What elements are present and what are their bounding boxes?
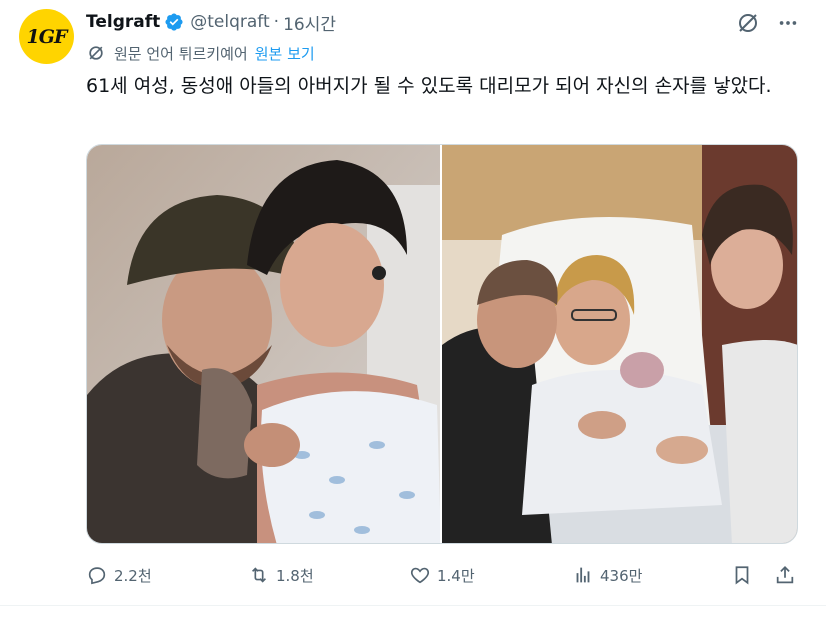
views-count: 436만 bbox=[600, 566, 643, 585]
more-icon[interactable] bbox=[775, 10, 801, 36]
grok-icon[interactable] bbox=[735, 10, 761, 36]
timestamp[interactable]: 16시간 bbox=[283, 10, 336, 35]
tweet-text: 61세 여성, 동성애 아들의 아버지가 될 수 있도록 대리모가 되어 자신의… bbox=[86, 75, 772, 97]
divider bbox=[0, 605, 826, 606]
retweet-count: 1.8천 bbox=[276, 566, 314, 585]
share-icon bbox=[776, 565, 794, 584]
bookmark-button[interactable] bbox=[731, 560, 759, 590]
retweet-icon bbox=[251, 567, 267, 583]
views-button[interactable]: 436만 bbox=[572, 560, 642, 590]
retweet-button[interactable]: 1.8천 bbox=[248, 560, 314, 590]
translation-note: 원문 언어 튀르키예어 bbox=[114, 44, 248, 63]
media-grid bbox=[86, 144, 798, 544]
reply-icon bbox=[88, 567, 106, 585]
reply-count: 2.2천 bbox=[114, 566, 152, 585]
share-button[interactable] bbox=[774, 560, 802, 590]
translation-bar: 원문 언어 튀르키예어 원본 보기 bbox=[86, 42, 315, 64]
like-button[interactable]: 1.4만 bbox=[409, 560, 475, 590]
avatar[interactable]: 1GF bbox=[19, 9, 74, 64]
display-name[interactable]: Telgraft bbox=[86, 12, 160, 32]
tweet[interactable]: 1GF Telgraft @telqraft · 16시간 원문 언어 튀르키예… bbox=[0, 0, 826, 620]
photo-1[interactable] bbox=[87, 145, 440, 543]
tweet-header: Telgraft @telqraft · 16시간 bbox=[86, 9, 336, 35]
avatar-logo-text: 1GF bbox=[26, 25, 68, 48]
reply-button[interactable]: 2.2천 bbox=[86, 560, 152, 590]
translate-icon bbox=[86, 43, 106, 63]
photo-2[interactable] bbox=[442, 145, 797, 543]
separator-dot: · bbox=[273, 12, 280, 32]
handle[interactable]: @telqraft bbox=[190, 12, 269, 32]
like-count: 1.4만 bbox=[437, 566, 475, 585]
bookmark-icon bbox=[735, 566, 749, 585]
show-original-link[interactable]: 원본 보기 bbox=[255, 43, 315, 64]
views-icon bbox=[576, 567, 590, 583]
verified-badge-icon[interactable] bbox=[164, 12, 184, 32]
action-bar: 2.2천 1.8천 1.4만 436만 bbox=[86, 560, 798, 590]
heart-icon bbox=[410, 567, 430, 584]
